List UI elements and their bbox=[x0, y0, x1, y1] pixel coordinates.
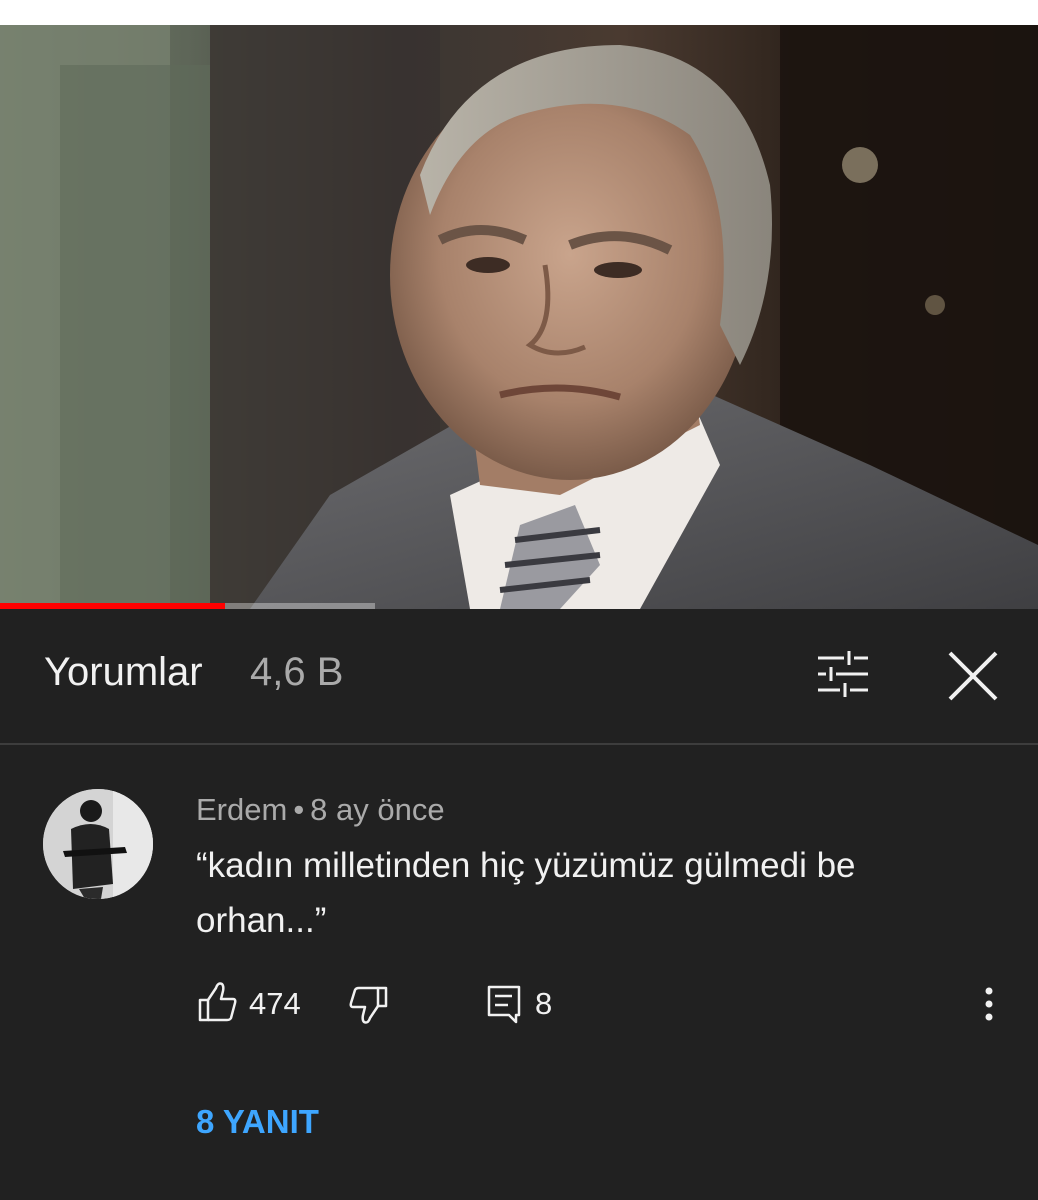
more-options-button[interactable] bbox=[972, 980, 1006, 1028]
comment-text: “kadın milletinden hiç yüzümüz gülmedi b… bbox=[196, 846, 856, 940]
sort-filter-button[interactable] bbox=[812, 646, 874, 702]
comment-meta: Erdem • 8 ay önce bbox=[196, 792, 445, 828]
like-button[interactable] bbox=[196, 978, 240, 1028]
close-button[interactable] bbox=[942, 646, 1004, 706]
close-icon bbox=[948, 651, 998, 701]
like-count: 474 bbox=[249, 986, 301, 1021]
reply-button[interactable] bbox=[484, 978, 526, 1028]
dislike-button[interactable] bbox=[346, 978, 390, 1028]
reply-count: 8 bbox=[535, 986, 553, 1021]
reply-icon bbox=[487, 985, 521, 1024]
video-frame-image bbox=[0, 25, 1038, 609]
avatar-image bbox=[43, 789, 153, 899]
comments-count: 4,6 B bbox=[250, 650, 344, 694]
comments-title: Yorumlar bbox=[44, 650, 203, 694]
more-vertical-icon bbox=[985, 987, 993, 1021]
view-replies-link[interactable]: 8 YANIT bbox=[196, 1103, 319, 1141]
comment-time: 8 ay önce bbox=[310, 792, 445, 827]
sliders-icon bbox=[818, 651, 868, 697]
thumbs-up-icon bbox=[198, 982, 237, 1022]
header-divider bbox=[0, 743, 1038, 745]
thumbs-down-icon bbox=[349, 986, 388, 1024]
comment-actions: 474 8 bbox=[0, 978, 1038, 1034]
video-player[interactable] bbox=[0, 25, 1038, 609]
comment-author[interactable]: Erdem bbox=[196, 792, 287, 827]
status-bar-strip bbox=[0, 0, 1038, 25]
avatar[interactable] bbox=[43, 789, 153, 899]
meta-separator: • bbox=[293, 792, 305, 827]
